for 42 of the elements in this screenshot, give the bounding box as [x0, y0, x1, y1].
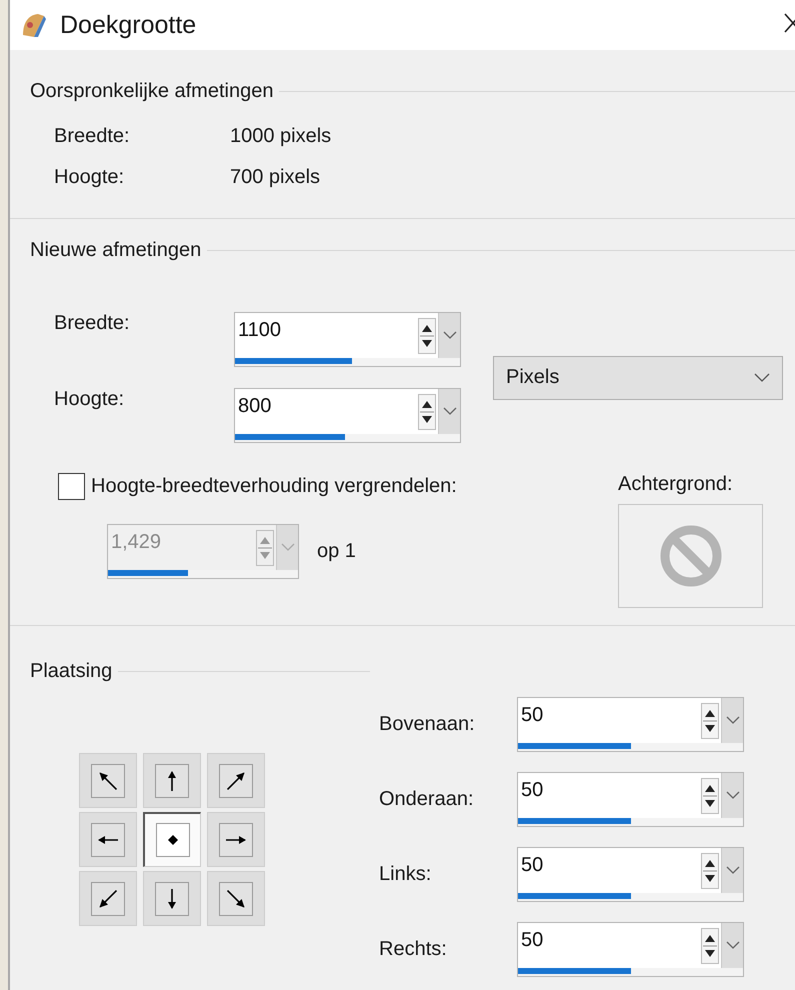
spin-arrows-icon[interactable] — [418, 394, 436, 430]
spin-field[interactable]: 50 — [517, 847, 744, 902]
field-label: Hoogte: — [54, 388, 126, 411]
unit-dropdown[interactable]: Pixels — [493, 356, 783, 400]
window-title: Doekgrootte — [60, 10, 196, 40]
field-label: Rechts: — [379, 938, 448, 961]
caret-icon[interactable] — [726, 791, 740, 800]
field-label: Links: — [379, 863, 432, 886]
app-icon — [20, 11, 48, 39]
group-title: Plaatsing — [30, 660, 112, 683]
spin-field[interactable]: 800 — [234, 388, 461, 443]
background-swatch[interactable] — [618, 504, 763, 608]
field-value: 1000 pixels — [230, 125, 332, 148]
field-label: Onderaan: — [379, 788, 475, 811]
field-label: Hoogte: — [54, 166, 126, 189]
field-label: Bovenaan: — [379, 713, 476, 736]
spin-arrows-icon[interactable] — [701, 928, 719, 964]
field-label: Breedte: — [54, 125, 131, 148]
none-icon — [658, 524, 722, 588]
field-label: Breedte: — [54, 312, 131, 335]
caret-icon[interactable] — [726, 716, 740, 725]
caret-icon — [754, 372, 770, 382]
spin-arrows-icon[interactable] — [418, 318, 436, 354]
spin-arrows-icon[interactable] — [701, 778, 719, 814]
group-title: Oorspronkelijke afmetingen — [30, 80, 274, 103]
spin-arrows-icon[interactable] — [701, 852, 719, 888]
group-title: Nieuwe afmetingen — [30, 239, 202, 262]
caret-icon[interactable] — [442, 407, 456, 416]
background-label: Achtergrond: — [618, 473, 734, 496]
caret-icon[interactable] — [726, 866, 740, 875]
spin-field[interactable]: 50 — [517, 697, 744, 752]
checkbox[interactable] — [58, 473, 85, 500]
spin-arrows-icon[interactable] — [701, 702, 719, 738]
checkbox-label[interactable]: Hoogte-breedteverhouding vergrendelen: — [91, 475, 457, 498]
anchor-button[interactable] — [143, 812, 201, 867]
field-value: 700 pixels — [230, 166, 322, 189]
caret-icon[interactable] — [442, 331, 456, 340]
spin-field[interactable]: 50 — [517, 772, 744, 827]
spin-field[interactable]: 50 — [517, 922, 744, 977]
spin-field[interactable]: 1100 — [234, 312, 461, 367]
caret-icon[interactable] — [726, 941, 740, 950]
ratio-suffix: op 1 — [317, 540, 356, 563]
